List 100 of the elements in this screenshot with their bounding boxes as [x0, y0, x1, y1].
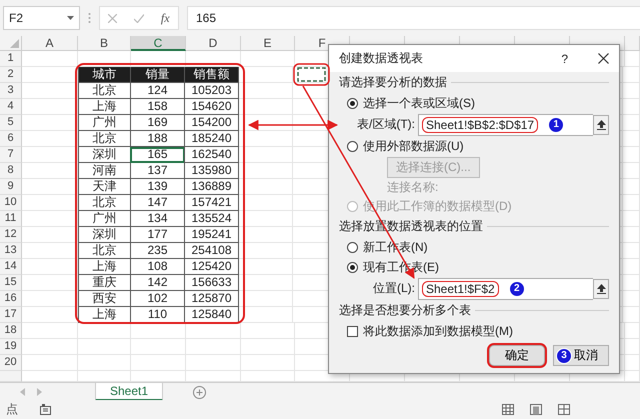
table-cell: 158: [130, 99, 185, 115]
table-cell: 185240: [184, 131, 239, 147]
macro-record-icon[interactable]: [40, 404, 51, 415]
row-header[interactable]: 8: [0, 163, 22, 179]
radio-button[interactable]: [347, 140, 358, 152]
formula-input[interactable]: 165: [187, 6, 640, 30]
table-cell: 广州: [78, 115, 131, 131]
step-badge: 2: [508, 280, 525, 296]
collapse-icon: [596, 120, 606, 130]
grip-icon: [88, 12, 91, 24]
row-header[interactable]: 10: [0, 195, 22, 211]
row-header[interactable]: 5: [0, 115, 22, 131]
close-icon[interactable]: [598, 53, 609, 64]
sheet-tab[interactable]: Sheet1: [95, 383, 164, 401]
option-label[interactable]: 使用外部数据源(U): [363, 138, 464, 154]
help-button[interactable]: ?: [561, 52, 568, 66]
table-cell: 深圳: [78, 227, 131, 243]
collapse-button[interactable]: [593, 278, 609, 298]
row-header[interactable]: 6: [0, 131, 22, 147]
field-label: 表/区域(T):: [356, 116, 416, 133]
table-cell: 北京: [78, 243, 131, 259]
row-header[interactable]: 4: [0, 99, 22, 115]
normal-view-icon[interactable]: [502, 404, 514, 415]
insert-function-button[interactable]: fx: [160, 10, 170, 26]
table-cell: 河南: [78, 163, 131, 179]
radio-button[interactable]: [347, 262, 358, 272]
table-cell: 102: [130, 291, 185, 307]
table-cell: 154200: [184, 115, 239, 131]
dialog-title: 创建数据透视表: [339, 50, 424, 67]
column-heading: 城市: [78, 67, 131, 83]
table-cell: 134: [130, 211, 185, 227]
input-field[interactable]: Sheet1!$F$2 2: [418, 278, 593, 300]
table-cell: 西安: [78, 291, 131, 307]
table-cell: 北京: [78, 83, 131, 99]
row-header[interactable]: 18: [0, 323, 22, 339]
collapse-icon: [596, 284, 606, 294]
table-cell: 156633: [184, 275, 239, 291]
table-cell: 137: [130, 163, 185, 179]
collapse-button[interactable]: [593, 114, 609, 134]
table-cell: 上海: [78, 99, 131, 115]
table-cell: 235: [130, 243, 185, 259]
row-header[interactable]: 9: [0, 179, 22, 195]
field-value: Sheet1!$B$2:$D$17: [422, 116, 538, 132]
row-header[interactable]: 3: [0, 83, 22, 99]
table-cell: 天津: [78, 179, 131, 195]
table-cell: 169: [130, 115, 185, 131]
row-header[interactable]: 13: [0, 243, 22, 259]
section-heading: 选择是否想要分析多个表: [339, 302, 471, 319]
checkbox[interactable]: [347, 326, 358, 336]
table-cell: 105203: [184, 83, 239, 99]
table-cell: 142: [130, 275, 185, 291]
radio-button[interactable]: [347, 242, 358, 252]
row-header[interactable]: 12: [0, 227, 22, 243]
option-label[interactable]: 选择一个表或区域(S): [363, 94, 475, 112]
row-header[interactable]: 16: [0, 291, 22, 307]
page-break-icon[interactable]: [558, 404, 570, 415]
row-header[interactable]: 11: [0, 211, 22, 227]
row-header[interactable]: 19: [0, 339, 22, 355]
column-header[interactable]: E: [241, 36, 295, 51]
table-cell: 154620: [184, 99, 239, 115]
column-heading: 销量: [130, 67, 185, 83]
table-cell: 139: [130, 179, 185, 195]
table-cell: 162540: [184, 147, 239, 163]
ok-button[interactable]: 确定: [489, 345, 545, 366]
table-cell: 重庆: [78, 275, 131, 291]
table-cell: 147: [130, 195, 185, 211]
add-sheet-icon[interactable]: [193, 386, 206, 398]
option-label[interactable]: 将此数据添加到数据模型(M): [363, 322, 513, 340]
table-cell: 165: [130, 147, 185, 163]
name-box[interactable]: F2: [3, 6, 80, 30]
table-cell: 188: [130, 131, 185, 147]
row-header[interactable]: 1: [0, 51, 22, 67]
table-cell: 157421: [184, 195, 239, 211]
section-heading: 请选择要分析的数据: [339, 74, 447, 91]
row-header[interactable]: 17: [0, 307, 22, 323]
input-field[interactable]: Sheet1!$B$2:$D$17 1: [418, 114, 593, 136]
radio-button[interactable]: [347, 98, 358, 108]
step-badge: 3: [556, 348, 572, 364]
table-cell: 136889: [184, 179, 239, 195]
table-cell: 135980: [184, 163, 239, 179]
column-header[interactable]: D: [186, 36, 241, 51]
table-cell: 上海: [78, 259, 131, 275]
copy-marquee: [297, 67, 326, 82]
row-header[interactable]: 7: [0, 147, 22, 163]
column-heading: 销售额: [184, 67, 239, 83]
column-header[interactable]: A: [22, 36, 78, 51]
page-layout-icon[interactable]: [530, 404, 542, 415]
highlight-frame: [293, 63, 330, 86]
row-header[interactable]: 20: [0, 355, 22, 371]
step-badge: 1: [548, 116, 564, 132]
table-cell: 深圳: [78, 147, 131, 163]
table-cell: 125420: [184, 259, 239, 275]
table-cell: 北京: [78, 195, 131, 211]
cancel-button[interactable]: 3 取消: [553, 345, 609, 366]
row-header[interactable]: 2: [0, 67, 22, 83]
field-label: 位置(L):: [372, 280, 416, 297]
row-header[interactable]: 15: [0, 275, 22, 291]
row-header[interactable]: 14: [0, 259, 22, 275]
table-cell: 195241: [184, 227, 239, 243]
column-header[interactable]: C: [131, 36, 186, 51]
